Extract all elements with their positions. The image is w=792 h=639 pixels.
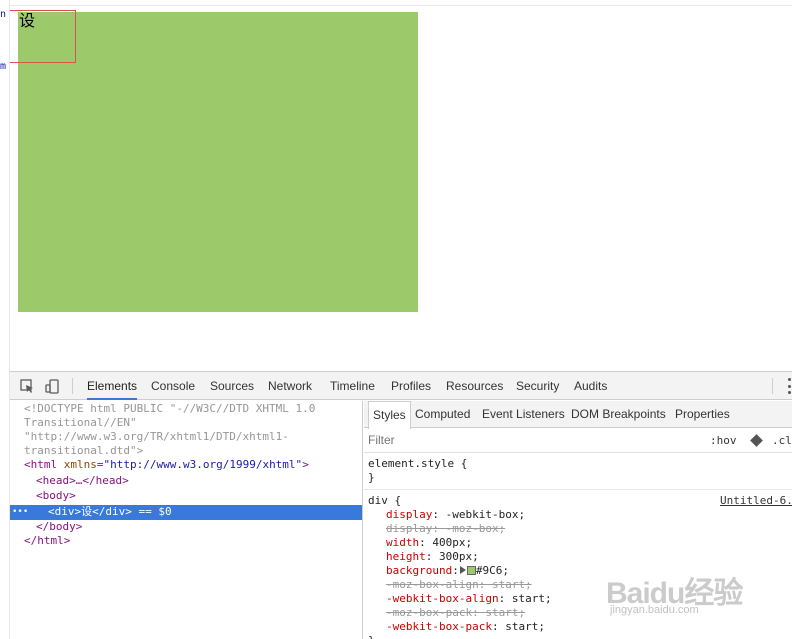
tab-network[interactable]: Network — [268, 372, 312, 400]
html-xmlns-attr: xmlns — [63, 458, 97, 471]
div-rule-close: } — [368, 634, 375, 639]
more-options-icon[interactable] — [786, 378, 792, 394]
styles-filter-row: :hov .cl — [364, 429, 792, 453]
div-node-text: <div>设</div> == $0 — [48, 505, 172, 518]
css-declaration[interactable]: width: 400px; — [386, 536, 472, 550]
tab-event-listeners[interactable]: Event Listeners — [482, 401, 565, 428]
css-declaration[interactable]: height: 300px; — [386, 550, 479, 564]
rule-separator — [364, 489, 792, 490]
doctype-line[interactable]: <!DOCTYPE html PUBLIC "-//W3C//DTD XHTML… — [24, 402, 315, 416]
html-open-close: > — [302, 458, 309, 471]
body-close-node[interactable]: </body> — [36, 520, 82, 534]
class-toggle[interactable]: .cl — [772, 434, 792, 447]
element-style-close: } — [368, 471, 375, 484]
body-open-node[interactable]: <body> — [36, 489, 76, 503]
green-div-box[interactable] — [18, 12, 418, 312]
div-rule-selector[interactable]: div { — [368, 494, 401, 508]
css-declaration-overridden[interactable]: -moz-box-pack: start; — [386, 606, 525, 620]
tab-properties[interactable]: Properties — [675, 401, 730, 428]
new-style-rule-icon[interactable] — [750, 434, 763, 447]
css-declaration-overridden[interactable]: display: -moz-box; — [386, 522, 505, 536]
elements-tree: <!DOCTYPE html PUBLIC "-//W3C//DTD XHTML… — [10, 401, 363, 639]
css-declaration[interactable]: -webkit-box-align: start; — [386, 592, 552, 606]
tab-computed[interactable]: Computed — [415, 401, 470, 428]
css-declaration[interactable]: -webkit-box-pack: start; — [386, 620, 545, 634]
css-declaration-overridden[interactable]: -moz-box-align: start; — [386, 578, 532, 592]
element-style-selector[interactable]: element.style { — [368, 457, 467, 471]
gutter-char: m — [0, 61, 7, 72]
devtools-toolbar: Elements Console Sources Network Timelin… — [10, 372, 792, 400]
tab-console[interactable]: Console — [151, 372, 195, 400]
gutter-char: n — [0, 9, 7, 20]
html-open-tag: <html — [24, 458, 58, 471]
head-node[interactable]: <head>…</head> — [36, 474, 129, 488]
html-close-node[interactable]: </html> — [24, 534, 70, 548]
page-viewport: 设 — [0, 0, 792, 371]
devtools-panel: Elements Console Sources Network Timelin… — [10, 371, 792, 639]
viewport-top-rule — [10, 5, 792, 6]
doctype-line[interactable]: Transitional//EN" — [24, 416, 137, 430]
tab-dom-breakpoints[interactable]: DOM Breakpoints — [571, 401, 666, 428]
tab-styles[interactable]: Styles — [368, 401, 411, 429]
tab-security[interactable]: Security — [516, 372, 559, 400]
styles-sidebar: Styles Computed Event Listeners DOM Brea… — [364, 401, 792, 639]
tab-audits[interactable]: Audits — [574, 372, 607, 400]
color-swatch-icon[interactable] — [466, 566, 476, 575]
styles-tab-bar: Styles Computed Event Listeners DOM Brea… — [364, 401, 792, 429]
html-xmlns-value: "http://www.w3.org/1999/xhtml" — [103, 458, 303, 471]
selected-div-node[interactable]: ••• <div>设</div> == $0 — [10, 505, 362, 520]
toolbar-separator — [72, 378, 73, 394]
tab-sources[interactable]: Sources — [210, 372, 254, 400]
tab-timeline[interactable]: Timeline — [330, 372, 375, 400]
doctype-line[interactable]: "http://www.w3.org/TR/xhtml1/DTD/xhtml1- — [24, 430, 289, 444]
expand-triangle-icon[interactable] — [459, 566, 467, 574]
css-declaration[interactable]: background: #9C6; — [386, 564, 509, 578]
left-gutter-strip: n m — [0, 0, 10, 639]
html-node[interactable]: <html xmlns="http://www.w3.org/1999/xhtm… — [24, 458, 309, 472]
tab-resources[interactable]: Resources — [446, 372, 503, 400]
css-declaration[interactable]: display: -webkit-box; — [386, 508, 525, 522]
styles-filter-input[interactable] — [368, 433, 568, 447]
device-mode-icon[interactable] — [44, 378, 60, 394]
tab-elements[interactable]: Elements — [87, 372, 138, 400]
tab-profiles[interactable]: Profiles — [391, 372, 431, 400]
toolbar-separator — [772, 378, 773, 394]
stylesheet-source-link[interactable]: Untitled-6. — [720, 494, 792, 507]
doctype-line[interactable]: transitional.dtd"> — [24, 444, 143, 458]
hover-state-toggle[interactable]: :hov — [710, 434, 737, 447]
inspect-highlight-outline — [9, 10, 76, 63]
inspect-element-icon[interactable] — [19, 378, 35, 394]
node-actions-icon[interactable]: ••• — [12, 505, 28, 519]
